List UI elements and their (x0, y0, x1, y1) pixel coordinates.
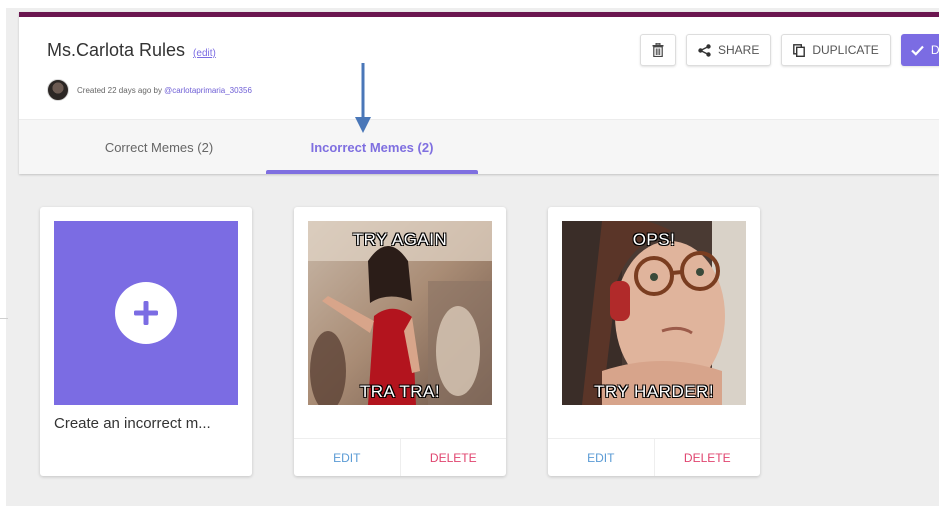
duplicate-label: DUPLICATE (812, 43, 879, 57)
header-card: Ms.Carlota Rules (edit) Created 22 days … (19, 12, 939, 174)
duplicate-button[interactable]: DUPLICATE (781, 34, 891, 66)
title-row: Ms.Carlota Rules (edit) (47, 40, 216, 61)
annotation-arrow-icon (355, 63, 371, 133)
plus-icon (134, 301, 158, 325)
tab-bar: Correct Memes (2) Incorrect Memes (2) (19, 119, 939, 174)
create-meme-card[interactable]: Create an incorrect m... (40, 207, 252, 476)
duplicate-icon (793, 43, 806, 57)
share-label: SHARE (718, 43, 760, 57)
create-meme-tile[interactable] (54, 221, 238, 405)
avatar[interactable] (47, 79, 69, 101)
action-buttons: SHARE DUPLICATE D (640, 34, 939, 66)
done-button[interactable]: D (900, 34, 939, 66)
create-meme-label: Create an incorrect m... (54, 415, 211, 432)
edit-meme-button[interactable]: EDIT (548, 439, 655, 476)
tab-correct-memes[interactable]: Correct Memes (2) (74, 120, 244, 175)
page-title: Ms.Carlota Rules (47, 40, 186, 60)
edit-meme-button[interactable]: EDIT (294, 439, 401, 476)
edit-title-link[interactable]: (edit) (193, 48, 216, 59)
meme-bottom-text: TRA TRA! (359, 382, 441, 401)
edge-divider (0, 318, 8, 319)
meme-card-footer: EDIT DELETE (548, 438, 760, 476)
meme-top-text: OPS! (632, 230, 676, 249)
active-tab-indicator (266, 170, 478, 174)
created-meta: Created 22 days ago by @carlotaprimaria_… (47, 79, 252, 101)
meme-bottom-text: TRY HARDER! (593, 382, 715, 401)
delete-meme-button[interactable]: DELETE (401, 439, 507, 476)
meme-top-text: TRY AGAIN (352, 230, 448, 249)
meme-card-footer: EDIT DELETE (294, 438, 506, 476)
add-circle (115, 282, 177, 344)
delete-game-button[interactable] (640, 34, 676, 66)
accent-bar (19, 12, 939, 17)
check-icon (911, 45, 924, 56)
author-link[interactable]: @carlotaprimaria_30356 (164, 86, 252, 95)
delete-meme-button[interactable]: DELETE (655, 439, 761, 476)
meme-card: OPS! TRY HARDER! EDIT DELETE (548, 207, 760, 476)
done-label: D (930, 43, 939, 57)
meme-image[interactable]: TRY AGAIN TRA TRA! (308, 221, 492, 405)
trash-icon (652, 43, 664, 57)
meme-card: TRY AGAIN TRA TRA! EDIT DELETE (294, 207, 506, 476)
created-text: Created 22 days ago by @carlotaprimaria_… (77, 86, 252, 95)
created-label: Created 22 days ago by (77, 85, 165, 95)
share-button[interactable]: SHARE (686, 34, 772, 66)
tab-incorrect-memes[interactable]: Incorrect Memes (2) (266, 120, 478, 175)
meme-image[interactable]: OPS! TRY HARDER! (562, 221, 746, 405)
share-icon (698, 43, 711, 57)
